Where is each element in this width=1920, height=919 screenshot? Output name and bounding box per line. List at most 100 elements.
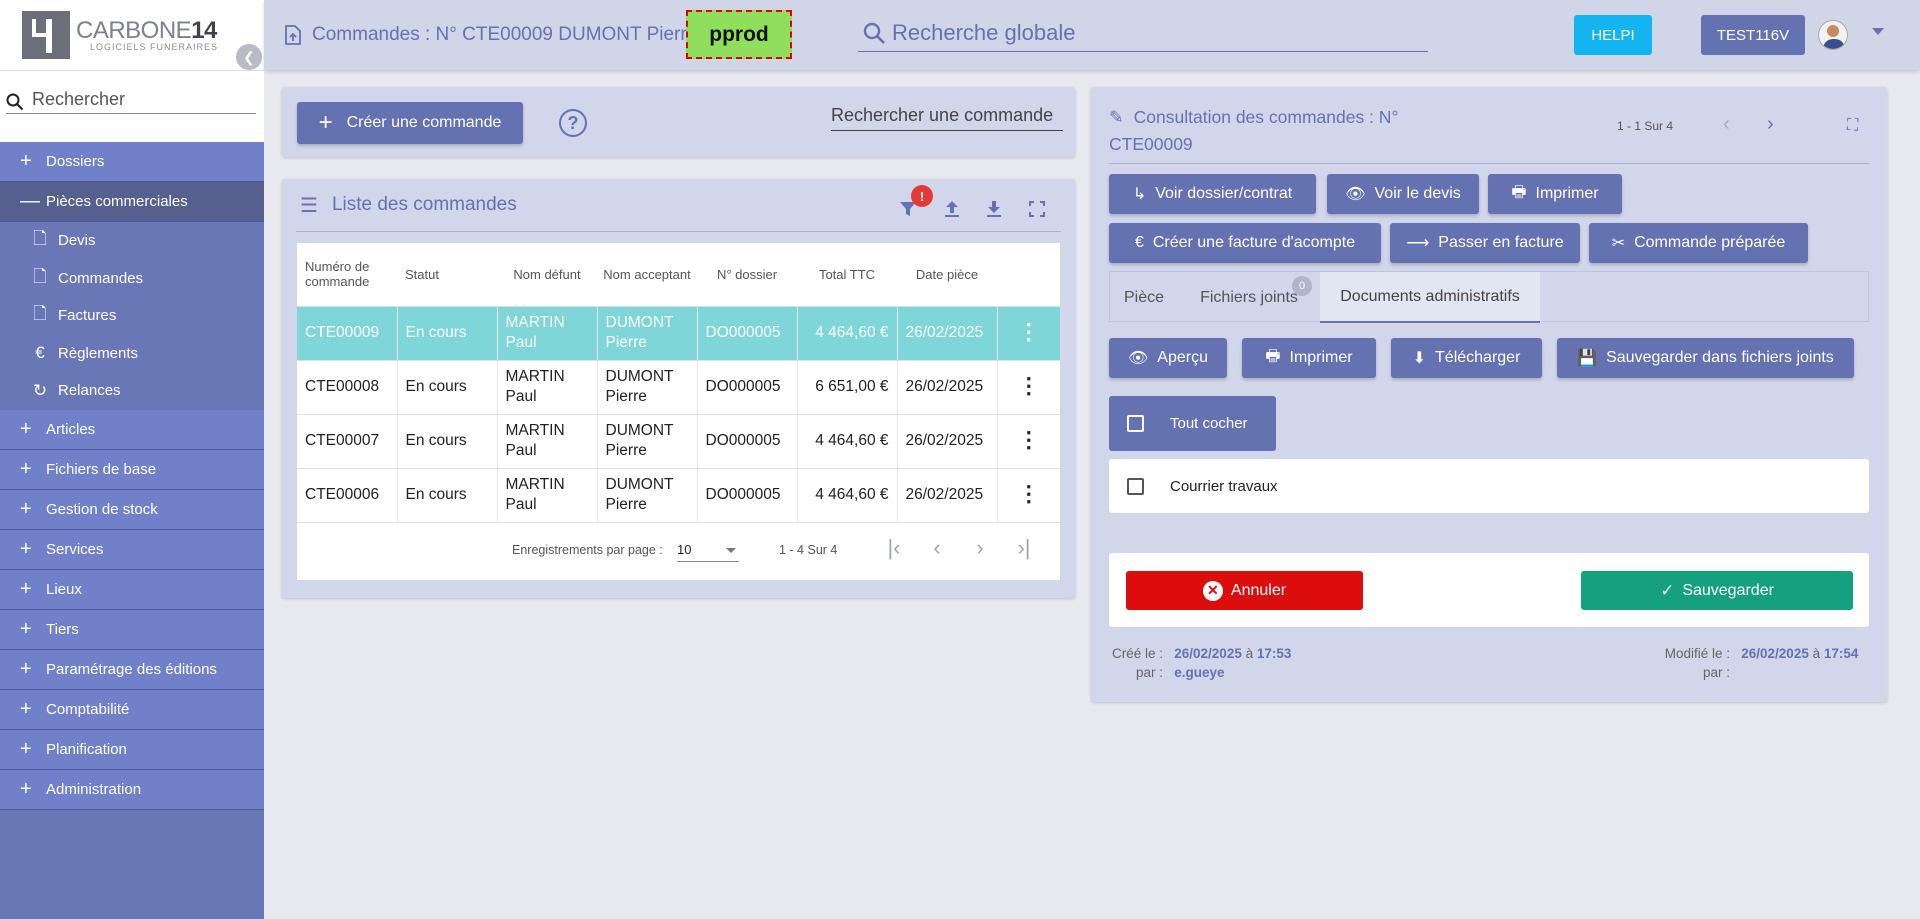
- plus-icon: +: [20, 577, 32, 600]
- tab-admin-documents[interactable]: Documents administratifs: [1320, 272, 1540, 323]
- sidebar-item-label: Planification: [46, 740, 127, 758]
- file-dollar-icon: 🗋: [33, 304, 47, 324]
- prev-record-icon[interactable]: ‹: [1723, 113, 1730, 136]
- row-menu-cell: ⋮: [997, 414, 1060, 469]
- cell-defunt: MARTIN Paul: [497, 360, 598, 415]
- print-docs-button[interactable]: 🖶 Imprimer: [1242, 338, 1376, 378]
- table-row[interactable]: CTE00009 En cours MARTIN Paul DUMONT Pierre…: [297, 306, 1060, 361]
- table-row[interactable]: CTE00007 En cours MARTIN Paul DUMONT Pierre…: [297, 414, 1060, 469]
- euro-icon: €: [1134, 234, 1144, 251]
- sidebar-item-factures[interactable]: 🗋 Factures: [0, 297, 264, 335]
- create-deposit-invoice-button[interactable]: € Créer une facture d'acompte: [1109, 223, 1381, 263]
- help-button[interactable]: HELPI: [1574, 15, 1652, 55]
- check-icon: ✓: [1660, 580, 1675, 600]
- last-page-icon[interactable]: ›|: [1009, 535, 1039, 561]
- cell-total: 4 464,60 €: [797, 306, 898, 361]
- plus-icon: +: [20, 617, 32, 640]
- sidebar-item-devis[interactable]: 🗋 Devis: [0, 222, 264, 260]
- sidebar-item-label: Lieux: [46, 580, 82, 598]
- more-vertical-icon[interactable]: ⋮: [1018, 481, 1040, 506]
- pencil-icon: ✎: [1109, 107, 1124, 127]
- preview-button[interactable]: 👁 Aperçu: [1109, 338, 1227, 378]
- collapse-sidebar-button[interactable]: ❮: [236, 44, 262, 70]
- sidebar-item-services[interactable]: + Services: [0, 529, 264, 570]
- column-header[interactable]: Statut: [397, 243, 497, 307]
- convert-to-invoice-button[interactable]: ⟶ Passer en facture: [1390, 223, 1580, 263]
- sidebar-item-label: Factures: [58, 307, 117, 325]
- help-icon[interactable]: ?: [559, 109, 587, 137]
- sidebar-search-input[interactable]: [6, 89, 256, 114]
- document-item[interactable]: Courrier travaux: [1109, 459, 1869, 513]
- view-quote-button[interactable]: 👁 Voir le devis: [1327, 174, 1479, 214]
- download-button[interactable]: ⬇ Télécharger: [1391, 338, 1542, 378]
- column-header[interactable]: Date pièce: [897, 243, 997, 307]
- sidebar-item-dossiers[interactable]: + Dossiers: [0, 142, 264, 182]
- upload-icon[interactable]: [940, 197, 964, 221]
- print-button[interactable]: 🖶 Imprimer: [1488, 174, 1622, 214]
- table-row[interactable]: CTE00008 En cours MARTIN Paul DUMONT Pierre…: [297, 360, 1060, 415]
- table-row[interactable]: CTE00006 En cours MARTIN Paul DUMONT Pierre…: [297, 468, 1060, 523]
- pagination: Enregistrements par page : 10 1 - 4 Sur …: [297, 521, 1060, 580]
- sidebar-item-administration[interactable]: + Administration: [0, 769, 264, 810]
- more-vertical-icon[interactable]: ⋮: [1018, 427, 1040, 452]
- sidebar-item-label: Devis: [58, 232, 96, 250]
- chevron-down-icon[interactable]: [1872, 28, 1884, 35]
- page-size-label: Enregistrements par page :: [512, 543, 663, 557]
- save-to-attachments-button[interactable]: 💾 Sauvegarder dans fichiers joints: [1557, 338, 1854, 378]
- next-record-icon[interactable]: ›: [1767, 113, 1774, 136]
- close-icon: ✕: [1202, 580, 1223, 601]
- column-header[interactable]: N° dossier: [697, 243, 797, 307]
- fullscreen-icon[interactable]: [1025, 197, 1049, 221]
- sidebar-item-label: Articles: [46, 420, 96, 438]
- sidebar-item-parametrage-des-editions[interactable]: + Paramétrage des éditions: [0, 649, 264, 690]
- select-all-toggle[interactable]: Tout cocher: [1109, 396, 1276, 451]
- list-icon: ☰: [300, 194, 318, 217]
- search-icon: [6, 93, 24, 111]
- sidebar-item-gestion-de-stock[interactable]: + Gestion de stock: [0, 489, 264, 530]
- global-search-input[interactable]: [892, 19, 1412, 46]
- sidebar-item-relances[interactable]: ↻ Relances: [0, 372, 264, 410]
- cell-acceptant: DUMONT Pierre: [597, 360, 698, 415]
- select-all-checkbox[interactable]: [1127, 415, 1144, 432]
- sidebar-item-comptabilite[interactable]: + Comptabilité: [0, 689, 264, 730]
- download-icon[interactable]: [982, 197, 1006, 221]
- sidebar-item-reglements[interactable]: € Règlements: [0, 334, 264, 372]
- sidebar-item-lieux[interactable]: + Lieux: [0, 569, 264, 610]
- tab-piece[interactable]: Pièce: [1110, 272, 1178, 323]
- column-header[interactable]: Nom défunt: [497, 243, 597, 307]
- global-search: [858, 14, 1428, 52]
- sidebar-item-pieces-commerciales[interactable]: — Pièces commerciales: [0, 182, 264, 222]
- cell-num: CTE00007: [297, 414, 398, 469]
- sidebar-item-planification[interactable]: + Planification: [0, 729, 264, 770]
- column-header[interactable]: Total TTC: [797, 243, 897, 307]
- sidebar-item-commandes[interactable]: 🗋 Commandes: [0, 259, 264, 297]
- avatar[interactable]: [1818, 20, 1848, 50]
- prev-page-icon[interactable]: ‹: [922, 535, 952, 561]
- file-plus-icon: 🗋: [33, 229, 47, 249]
- create-order-button[interactable]: + Créer une commande: [297, 102, 523, 144]
- page-size-select[interactable]: 10: [677, 536, 739, 562]
- next-page-icon[interactable]: ›: [965, 535, 995, 561]
- first-page-icon[interactable]: |‹: [879, 535, 909, 561]
- sidebar-item-label: Gestion de stock: [46, 500, 158, 518]
- save-button[interactable]: ✓ Sauvegarder: [1581, 571, 1853, 610]
- cell-dossier: DO000005: [697, 360, 798, 415]
- fullscreen-icon[interactable]: ⛶: [1847, 117, 1858, 135]
- eye-icon: 👁: [1345, 186, 1366, 203]
- order-search-input[interactable]: [831, 105, 1061, 130]
- document-checkbox[interactable]: [1127, 477, 1144, 495]
- column-header[interactable]: Numéro de commande: [297, 243, 397, 307]
- logo[interactable]: CARBONE14 LOGICIELS FUNERAIRES ❮: [0, 0, 264, 70]
- cancel-button[interactable]: ✕ Annuler: [1126, 571, 1363, 610]
- sidebar-item-tiers[interactable]: + Tiers: [0, 609, 264, 650]
- more-vertical-icon[interactable]: ⋮: [1018, 373, 1040, 398]
- sidebar-item-articles[interactable]: + Articles: [0, 409, 264, 450]
- column-header[interactable]: Nom acceptant: [597, 243, 697, 307]
- more-vertical-icon[interactable]: ⋮: [1018, 319, 1040, 344]
- view-dossier-button[interactable]: ↳ Voir dossier/contrat: [1109, 174, 1316, 214]
- detail-tabs: Pièce Fichiers joints 0 Documents admini…: [1109, 271, 1869, 323]
- user-button[interactable]: TEST116V: [1701, 15, 1805, 55]
- sidebar-item-fichiers-de-base[interactable]: + Fichiers de base: [0, 449, 264, 490]
- order-prepared-button[interactable]: ✂ Commande préparée: [1589, 223, 1808, 263]
- breadcrumb-text: Commandes : N° CTE00009 DUMONT Pierre: [312, 24, 698, 45]
